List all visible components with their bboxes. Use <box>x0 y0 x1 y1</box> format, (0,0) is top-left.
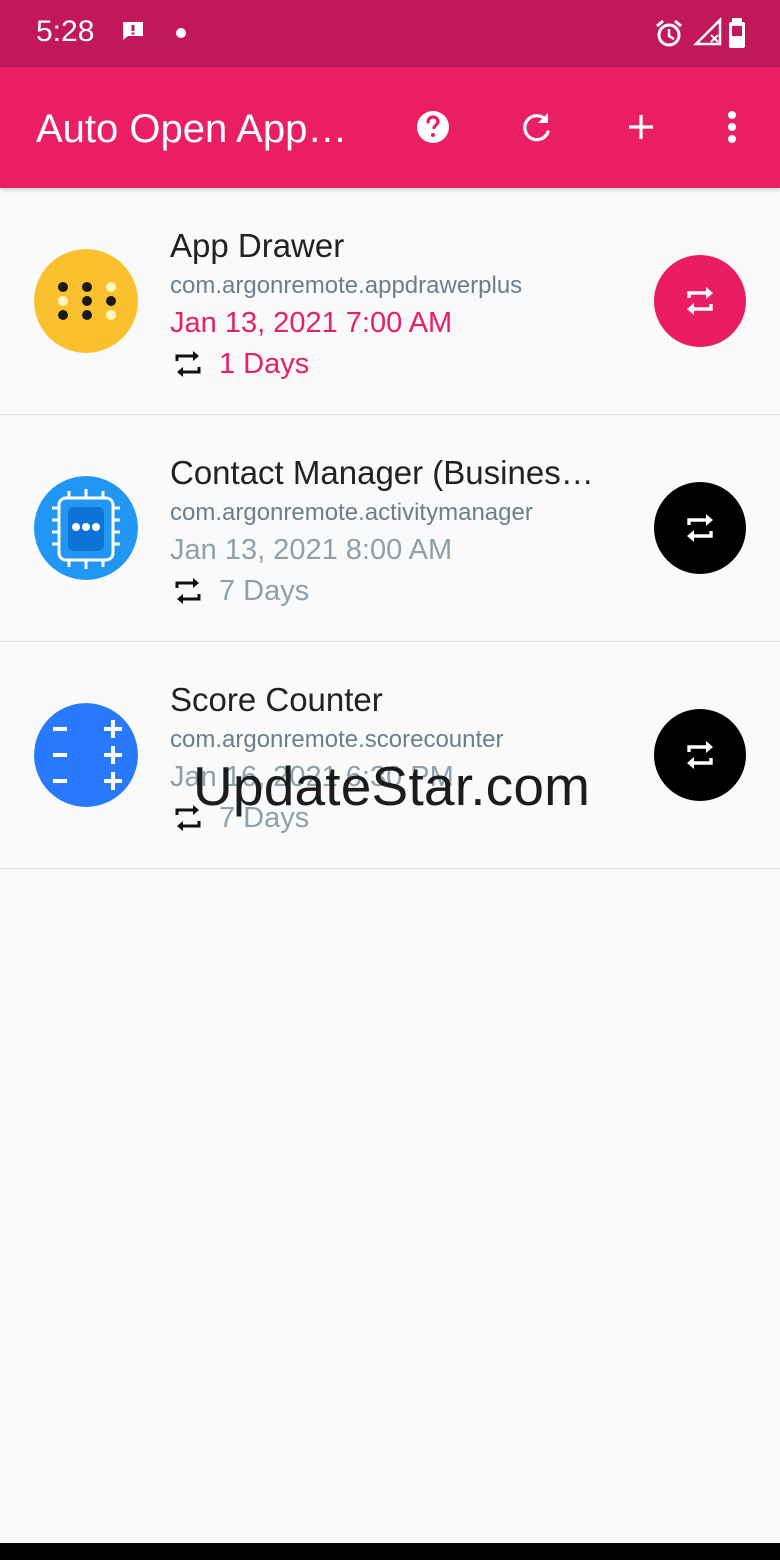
interval-value: 1 Days <box>219 348 310 380</box>
alarm-icon <box>656 19 682 47</box>
repeat-toggle-button[interactable] <box>654 482 746 574</box>
contact-manager-icon <box>34 476 138 580</box>
navigation-bar <box>0 1543 780 1560</box>
app-name: Contact Manager (Busines… <box>170 454 594 491</box>
battery-icon <box>729 18 745 48</box>
help-icon <box>417 111 449 143</box>
interval-value: 7 Days <box>219 575 310 607</box>
repeat-icon <box>687 514 713 542</box>
package-name: com.argonremote.activitymanager <box>170 499 533 526</box>
app-name: App Drawer <box>170 227 345 264</box>
app-row-app-drawer[interactable]: App Drawer com.argonremote.appdrawerplus… <box>0 188 780 415</box>
refresh-button[interactable] <box>517 107 557 147</box>
score-counter-icon <box>34 703 138 807</box>
app-title: Auto Open App… <box>36 107 348 151</box>
app-bar: Auto Open App… <box>0 67 780 188</box>
watermark: UpdateStar.com <box>193 755 591 817</box>
status-bar: 5:28 <box>0 0 780 67</box>
add-icon <box>629 115 653 139</box>
message-icon <box>123 22 143 40</box>
app-row-contact-manager[interactable]: Contact Manager (Busines… com.argonremot… <box>0 415 780 642</box>
more-options-button[interactable] <box>712 107 752 147</box>
repeat-icon <box>170 573 206 609</box>
app-drawer-icon <box>34 249 138 353</box>
help-button[interactable] <box>413 107 453 147</box>
app-name: Score Counter <box>170 681 383 718</box>
repeat-icon <box>687 741 713 769</box>
more-vert-icon <box>728 111 736 143</box>
repeat-toggle-button[interactable] <box>654 255 746 347</box>
signal-icon <box>693 17 722 46</box>
repeat-icon <box>170 346 206 382</box>
dot-icon <box>176 28 186 38</box>
repeat-toggle-button[interactable] <box>654 709 746 801</box>
package-name: com.argonremote.appdrawerplus <box>170 272 523 299</box>
package-name: com.argonremote.scorecounter <box>170 726 504 753</box>
refresh-icon <box>523 113 550 142</box>
schedule-time: Jan 13, 2021 7:00 AM <box>170 307 453 339</box>
add-button[interactable] <box>621 107 661 147</box>
repeat-icon <box>687 287 713 315</box>
schedule-time: Jan 13, 2021 8:00 AM <box>170 534 453 566</box>
status-time: 5:28 <box>36 15 95 48</box>
